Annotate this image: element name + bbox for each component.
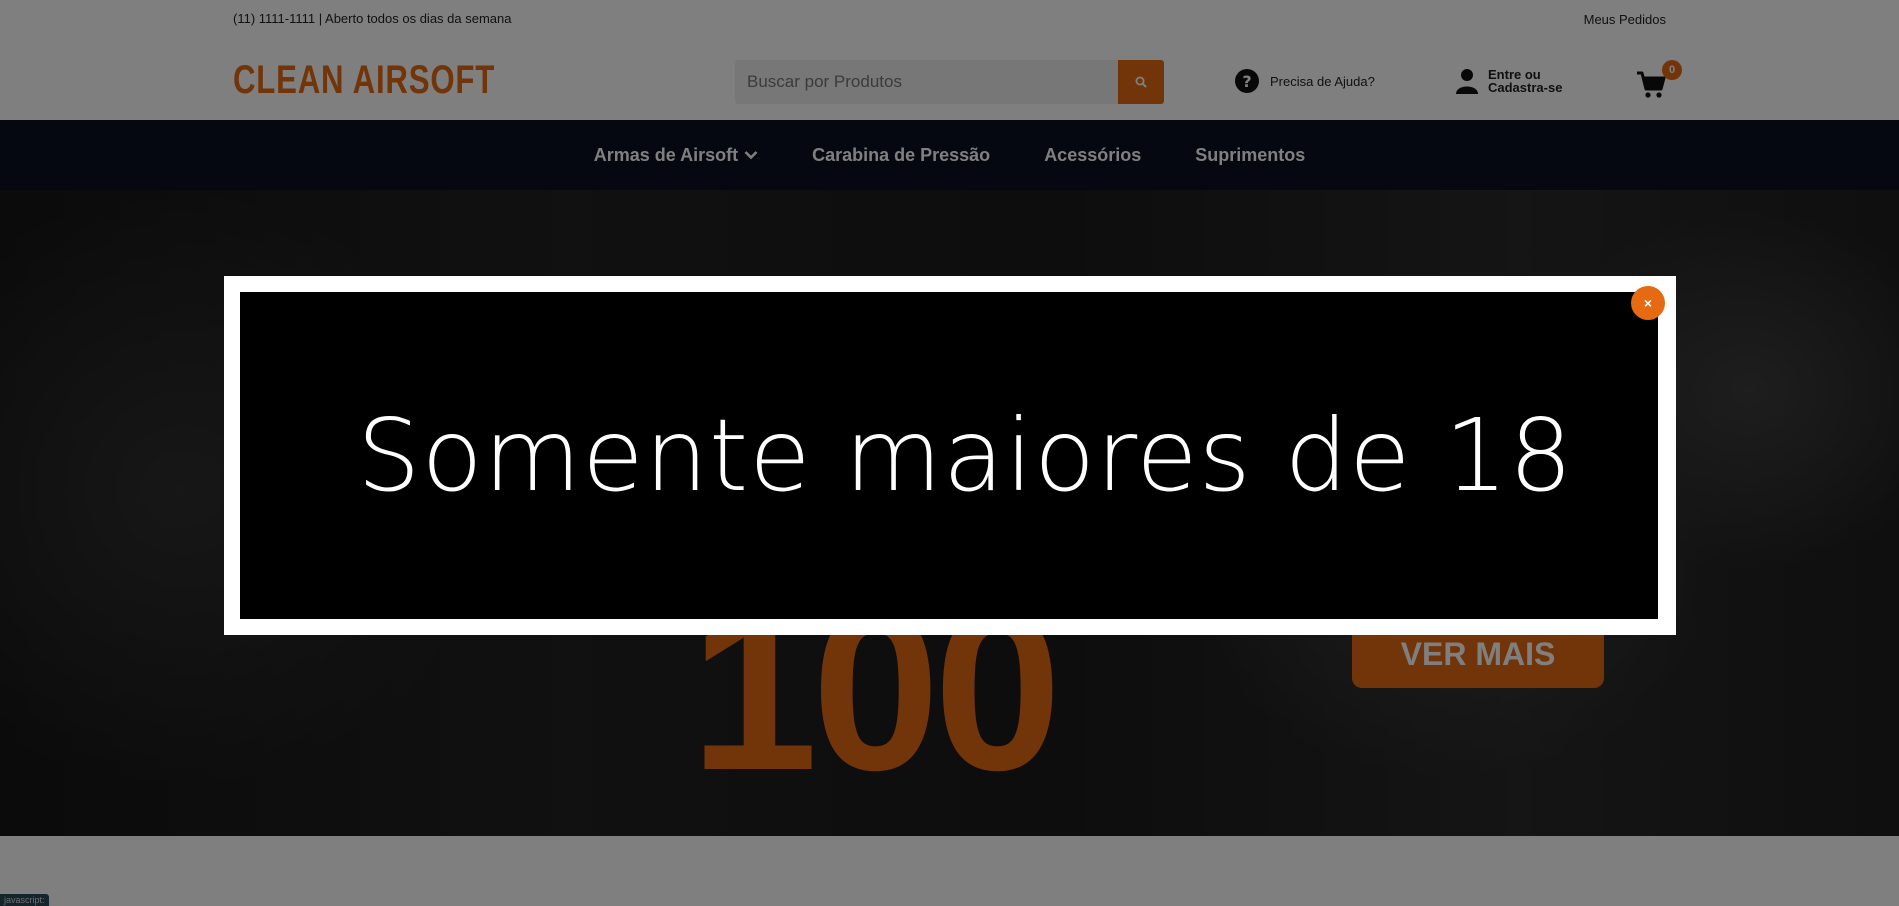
modal-banner[interactable]: Somente maiores de 18 xyxy=(240,292,1658,619)
modal-close-button[interactable]: × xyxy=(1631,286,1665,320)
age-verification-modal: Somente maiores de 18 xyxy=(224,276,1676,635)
modal-headline: Somente maiores de 18 xyxy=(357,397,1574,514)
